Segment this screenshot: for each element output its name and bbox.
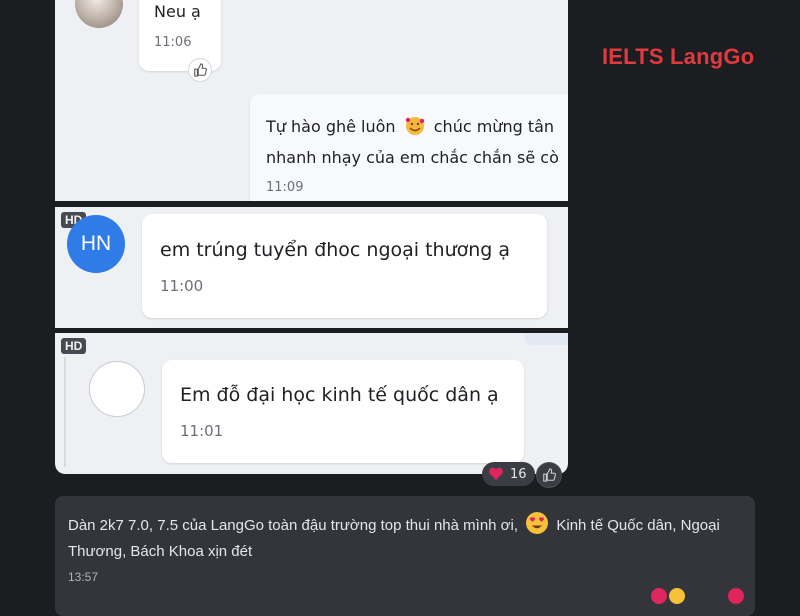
avatar (75, 0, 123, 28)
message-text: Tự hào ghê luôn chúc mừng tân (266, 116, 554, 136)
thread-line (64, 357, 66, 467)
brand-logo-langgo: LangGo (670, 44, 755, 69)
heart-icon (489, 467, 503, 480)
heart-icon (651, 588, 667, 604)
avatar-initials: HN (80, 232, 112, 255)
message-text-part: chúc mừng tân (433, 117, 555, 136)
comment-bubble[interactable]: Dàn 2k7 7.0, 7.5 của LangGo toàn đậu trư… (55, 496, 755, 616)
brand-logo-ielts: IELTS (602, 44, 671, 69)
message-time: 11:09 (266, 180, 304, 195)
message-time: 11:00 (160, 277, 204, 295)
thumbs-up-icon (543, 468, 556, 482)
smiling-face-with-hearts-icon (405, 117, 424, 135)
message-text-line2: nhanh nhạy của em chắc chắn sẽ cò (266, 148, 559, 167)
reaction-count[interactable]: 16 (482, 462, 535, 486)
heart-icon (728, 588, 744, 604)
like-button[interactable] (188, 58, 212, 82)
message-bubble-own[interactable]: Tự hào ghê luôn chúc mừng tân nhanh nhạy… (250, 94, 568, 201)
message-bubble-own-edge (524, 333, 568, 345)
chat-screenshot-2: HD HN em trúng tuyển đhoc ngoại thương ạ… (55, 207, 568, 328)
message-bubble[interactable]: Neu ạ 11:06 (139, 0, 221, 71)
chat-screenshots: Neu ạ 11:06 Tự hào ghê luôn chúc mừng tâ… (55, 0, 568, 474)
message-bubble[interactable]: Em đỗ đại học kinh tế quốc dân ạ 11:01 (162, 360, 524, 463)
reaction-number: 16 (510, 466, 527, 482)
brand-logo: IELTS LangGo (602, 44, 754, 70)
heart-eyes-icon (526, 512, 549, 534)
message-bubble[interactable]: em trúng tuyển đhoc ngoại thương ạ 11:00 (142, 214, 547, 318)
message-time: 11:01 (180, 422, 224, 440)
message-text: Neu ạ (154, 2, 201, 21)
message-text-part: Tự hào ghê luôn (266, 117, 396, 136)
avatar (89, 361, 145, 417)
message-time: 11:06 (154, 35, 192, 50)
laughing-face-icon (669, 588, 685, 604)
thumbs-up-icon (194, 63, 207, 77)
avatar: HN (67, 215, 125, 273)
comment-text: Dàn 2k7 7.0, 7.5 của LangGo toàn đậu trư… (68, 512, 738, 565)
like-button[interactable] (536, 462, 562, 488)
hd-badge: HD (61, 338, 87, 354)
chat-screenshot-3: HD Em đỗ đại học kinh tế quốc dân ạ 11:0… (55, 333, 568, 474)
message-text: Em đỗ đại học kinh tế quốc dân ạ (180, 384, 499, 406)
chat-screenshot-1: Neu ạ 11:06 Tự hào ghê luôn chúc mừng tâ… (55, 0, 568, 201)
comment-text-part1: Dàn 2k7 7.0, 7.5 của LangGo toàn đậu trư… (68, 517, 519, 534)
comment-time: 13:57 (68, 570, 99, 584)
message-text: em trúng tuyển đhoc ngoại thương ạ (160, 239, 511, 261)
